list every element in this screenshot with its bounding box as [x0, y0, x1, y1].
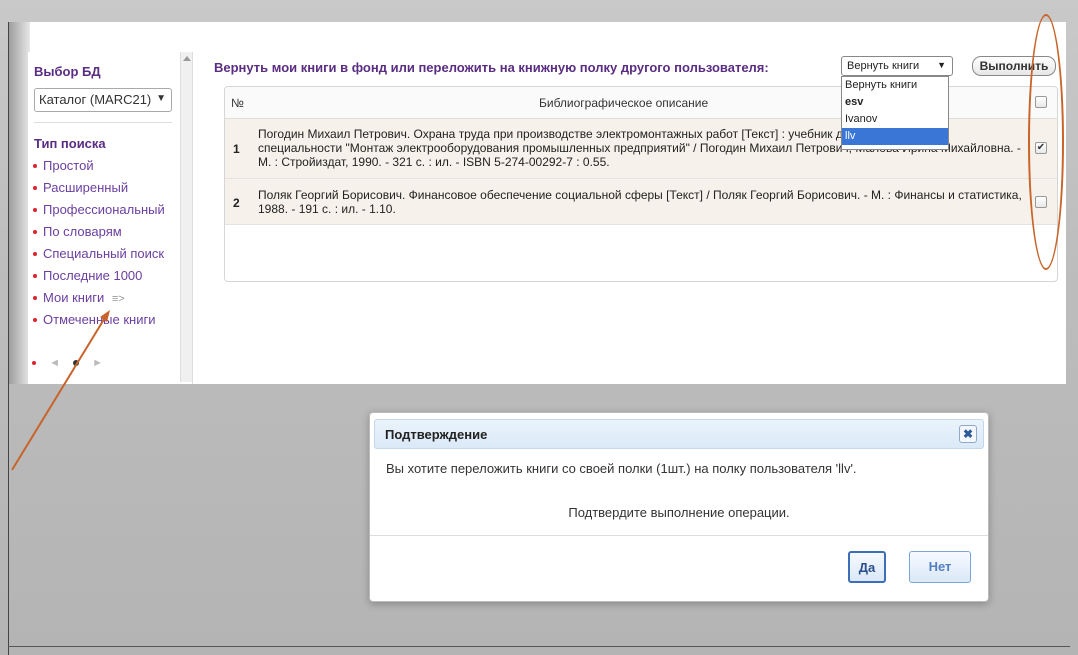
- annotation-arrow: [11, 310, 110, 471]
